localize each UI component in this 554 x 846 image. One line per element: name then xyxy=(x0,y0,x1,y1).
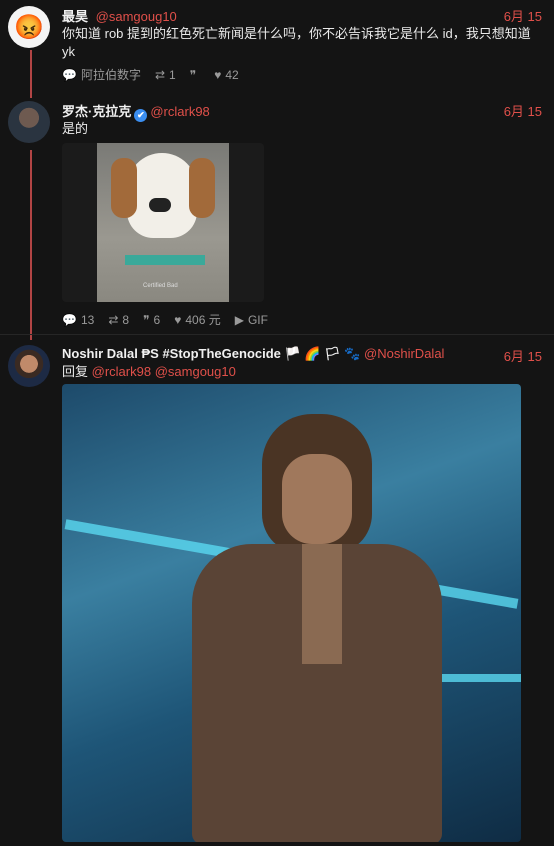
author-handle[interactable]: @NoshirDalal xyxy=(364,346,444,361)
angry-face-icon: 😡 xyxy=(14,13,44,41)
repost-button[interactable]: ⇄ 1 xyxy=(155,68,176,82)
like-count: 42 xyxy=(225,67,239,82)
post-stats: 💬 阿拉伯数字 ⇄ 1 ❞ ♥ 42 xyxy=(62,66,239,83)
like-button[interactable]: ♥ 406 元 xyxy=(174,311,220,328)
post-text: 是的 xyxy=(62,121,89,136)
reply-count: 13 xyxy=(80,312,95,327)
post-date[interactable]: 6月 15 xyxy=(504,101,542,120)
quote-button[interactable]: ❞ xyxy=(190,68,200,82)
dog-gif[interactable]: Certified Bad xyxy=(62,143,264,302)
author-name[interactable]: 最昊 xyxy=(62,9,88,24)
post-text: 你知道 rob 提到的红色死亡新闻是什么吗，你不必告诉我它是什么 id，我只想知… xyxy=(62,26,531,59)
reply-count: 阿拉伯数字 xyxy=(80,68,141,82)
repost-count: 8 xyxy=(122,312,130,327)
thread-line xyxy=(30,150,32,340)
play-icon: ▶ xyxy=(234,312,244,327)
author-line: 罗杰·克拉克 ✔ @rclark98 xyxy=(62,101,210,122)
author-handle[interactable]: @samgoug10 xyxy=(96,9,177,24)
like-count: 406 元 xyxy=(185,313,221,327)
reply-prefix: 回复 xyxy=(62,364,89,379)
post-stats: 💬 13 ⇄ 8 ❞ 6 ♥ 406 元 ▶ GIF xyxy=(62,311,268,328)
reply-button[interactable]: 💬 阿拉伯数字 xyxy=(62,66,141,83)
mention-link[interactable]: @rclark98 xyxy=(92,364,151,379)
quote-count: 6 xyxy=(153,312,161,327)
person-figure xyxy=(172,414,452,842)
like-button[interactable]: ♥ 42 xyxy=(214,68,238,82)
author-name[interactable]: 罗杰·克拉克 xyxy=(62,104,131,119)
post-date[interactable]: 6月 15 xyxy=(504,6,542,25)
aquaman-gif[interactable] xyxy=(62,384,521,842)
author-handle[interactable]: @rclark98 xyxy=(150,104,209,119)
gif-button[interactable]: ▶ GIF xyxy=(235,313,268,327)
thread-line xyxy=(30,50,32,98)
gif-label: GIF xyxy=(247,312,268,327)
author-display-extra: ₱S #StopTheGenocide 🏳️ 🌈 🏳 🐾 xyxy=(141,346,361,361)
author-name[interactable]: Noshir Dalal xyxy=(62,346,138,361)
author-line: Noshir Dalal ₱S #StopTheGenocide 🏳️ 🌈 🏳 … xyxy=(62,346,444,362)
author-line: 最昊 @samgoug10 xyxy=(62,6,177,25)
quote-button[interactable]: ❞ 6 xyxy=(143,313,160,327)
divider xyxy=(0,334,554,335)
light-streak xyxy=(442,674,521,682)
comment-icon: 💬 xyxy=(62,67,77,82)
avatar[interactable]: 😡 xyxy=(8,6,50,48)
heart-icon: ♥ xyxy=(174,312,182,327)
quote-icon: ❞ xyxy=(143,312,150,327)
media-caption: Certified Bad xyxy=(143,283,178,289)
avatar[interactable] xyxy=(8,345,50,387)
reply-line: 回复 @rclark98 @samgoug10 xyxy=(62,363,542,381)
quote-icon: ❞ xyxy=(189,67,197,82)
repost-icon: ⇄ xyxy=(154,67,166,82)
heart-icon: ♥ xyxy=(214,67,222,82)
mention-link[interactable]: @samgoug10 xyxy=(155,364,236,379)
repost-count: 1 xyxy=(169,67,176,82)
avatar[interactable] xyxy=(8,101,50,143)
reply-button[interactable]: 💬 13 xyxy=(62,313,94,327)
repost-icon: ⇄ xyxy=(108,312,119,327)
repost-button[interactable]: ⇄ 8 xyxy=(108,313,129,327)
dog-image: Certified Bad xyxy=(97,143,229,302)
comment-icon: 💬 xyxy=(62,312,77,327)
